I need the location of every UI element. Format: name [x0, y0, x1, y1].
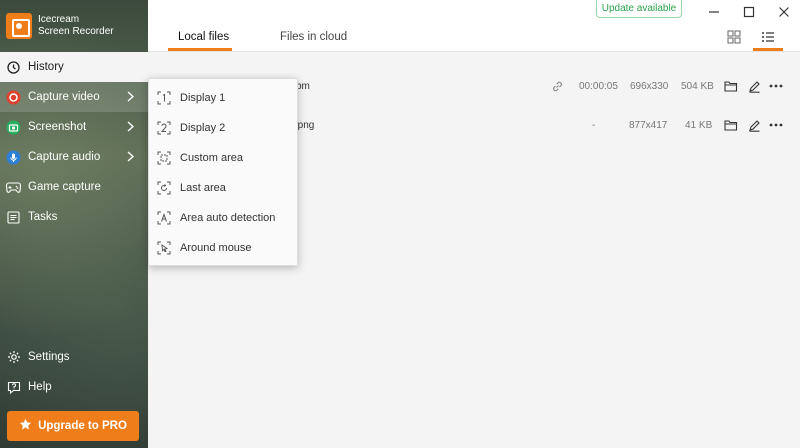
sidebar-item-screenshot[interactable]: Screenshot [0, 112, 148, 142]
menu-item-last-area[interactable]: Last area [149, 173, 299, 203]
gear-icon [6, 350, 21, 365]
sidebar-item-tasks[interactable]: Tasks [0, 202, 148, 232]
menu-item-label: Area auto detection [180, 212, 276, 224]
menu-item-display-1[interactable]: Display 1 [149, 83, 299, 113]
menu-item-label: Display 2 [180, 122, 226, 134]
update-available-button[interactable]: Update available [596, 0, 682, 18]
display-1-icon [157, 91, 171, 105]
chevron-right-icon [127, 151, 135, 165]
edit-icon[interactable] [747, 79, 761, 93]
sidebar-item-label: Capture video [28, 91, 100, 103]
upgrade-button[interactable]: Upgrade to PRO [7, 411, 139, 441]
sidebar-item-help[interactable]: Help [0, 372, 148, 402]
chevron-right-icon [127, 91, 135, 105]
file-duration: - [592, 120, 596, 131]
menu-item-label: Last area [180, 182, 226, 194]
sidebar-item-history[interactable]: History [0, 52, 148, 82]
sidebar-item-label: Game capture [28, 181, 101, 193]
microphone-icon [6, 150, 21, 165]
record-icon [6, 90, 21, 105]
active-view-indicator [753, 48, 783, 51]
sidebar-item-label: Screenshot [28, 121, 87, 133]
custom-area-icon [157, 151, 171, 165]
sidebar-item-label: History [28, 61, 64, 73]
tasks-icon [6, 210, 21, 225]
sidebar-item-label: Capture audio [28, 151, 101, 163]
menu-item-area-auto-detection[interactable]: Area auto detection [149, 203, 299, 233]
minimize-icon[interactable] [706, 4, 722, 20]
close-icon[interactable] [776, 4, 792, 20]
file-resolution: 696x330 [630, 81, 669, 92]
edit-icon[interactable] [747, 118, 761, 132]
more-icon[interactable] [769, 118, 783, 132]
menu-item-custom-area[interactable]: Custom area [149, 143, 299, 173]
sidebar-item-label: Settings [28, 351, 70, 363]
more-icon[interactable] [769, 79, 783, 93]
around-mouse-icon [157, 241, 171, 255]
menu-item-display-2[interactable]: Display 2 [149, 113, 299, 143]
sidebar: Icecream Screen Recorder History Capture… [0, 0, 148, 448]
brand-name: Icecream Screen Recorder [38, 14, 114, 38]
brand: Icecream Screen Recorder [0, 0, 148, 52]
menu-item-label: Custom area [180, 152, 243, 164]
capture-video-submenu: Display 1 Display 2 Custom area Last are… [148, 78, 298, 266]
file-resolution: 877x417 [629, 120, 668, 131]
menu-item-label: Display 1 [180, 92, 226, 104]
file-duration: 00:00:05 [579, 81, 618, 92]
top-bar: Local files Files in cloud Update availa… [148, 0, 800, 52]
clock-icon [6, 60, 21, 75]
star-icon [19, 418, 32, 434]
gamepad-icon [6, 180, 21, 195]
folder-icon[interactable] [724, 79, 738, 93]
menu-item-around-mouse[interactable]: Around mouse [149, 233, 299, 263]
grid-view-icon[interactable] [725, 28, 743, 46]
sidebar-item-settings[interactable]: Settings [0, 342, 148, 372]
link-icon[interactable] [550, 79, 564, 93]
sidebar-item-capture-audio[interactable]: Capture audio [0, 142, 148, 172]
help-icon [6, 380, 21, 395]
chevron-right-icon [127, 121, 135, 135]
upgrade-label: Upgrade to PRO [38, 420, 127, 432]
file-size: 41 KB [685, 120, 713, 131]
app-logo-icon [6, 13, 32, 39]
sidebar-item-label: Help [28, 381, 52, 393]
last-area-icon [157, 181, 171, 195]
auto-detection-icon [157, 211, 171, 225]
sidebar-item-label: Tasks [28, 211, 58, 223]
list-view-icon[interactable] [759, 28, 777, 46]
sidebar-nav: History Capture video Screenshot Capture… [0, 52, 148, 232]
sidebar-bottom-nav: Settings Help [0, 342, 148, 402]
tab-files-in-cloud[interactable]: Files in cloud [280, 31, 347, 43]
tab-local-files[interactable]: Local files [178, 31, 229, 43]
brand-line-1: Icecream [38, 14, 80, 25]
file-size: 504 KB [681, 81, 714, 92]
brand-line-2: Screen Recorder [38, 26, 114, 37]
folder-icon[interactable] [724, 118, 738, 132]
sidebar-item-capture-video[interactable]: Capture video [0, 82, 148, 112]
maximize-icon[interactable] [741, 4, 757, 20]
sidebar-item-game-capture[interactable]: Game capture [0, 172, 148, 202]
active-tab-indicator [168, 48, 232, 51]
display-2-icon [157, 121, 171, 135]
menu-item-label: Around mouse [180, 242, 252, 254]
camera-icon [6, 120, 21, 135]
